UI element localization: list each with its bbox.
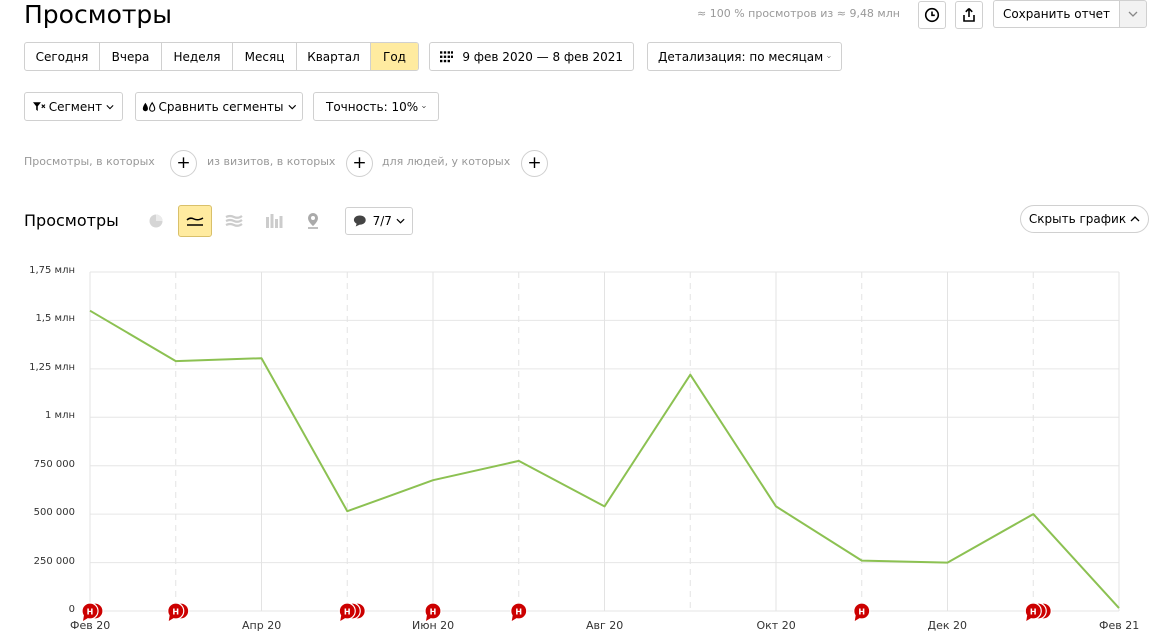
x-tick-label: Фев 21 bbox=[1099, 619, 1140, 632]
annotation-marker[interactable]: Н bbox=[338, 602, 366, 621]
map-pin-icon bbox=[308, 213, 318, 229]
detail-dropdown[interactable]: Детализация: по месяцам bbox=[647, 42, 842, 71]
chart-title: Просмотры bbox=[24, 211, 119, 230]
plus-icon: + bbox=[176, 153, 191, 173]
period-year[interactable]: Год bbox=[371, 43, 418, 70]
chart-type-pie[interactable] bbox=[140, 206, 172, 236]
add-views-filter-button[interactable]: + bbox=[170, 150, 197, 177]
compare-segments-button[interactable]: Сравнить сегменты bbox=[135, 92, 303, 121]
annotation-marker-letter: Н bbox=[172, 608, 179, 617]
x-tick-label: Июн 20 bbox=[412, 619, 455, 632]
history-button[interactable] bbox=[918, 1, 946, 29]
period-selector: Сегодня Вчера Неделя Месяц Квартал Год bbox=[24, 42, 419, 71]
sampling-summary: ≈ 100 % просмотров из ≈ 9,48 млн bbox=[697, 7, 900, 20]
annotation-marker-letter: Н bbox=[344, 608, 351, 617]
period-quarter[interactable]: Квартал bbox=[297, 43, 371, 70]
chart-type-area[interactable] bbox=[218, 206, 250, 236]
drops-icon bbox=[142, 101, 156, 112]
chart-markers: ННННННН bbox=[81, 602, 1052, 621]
calendar-icon bbox=[440, 50, 454, 62]
chevron-down-icon bbox=[396, 218, 405, 224]
share-icon bbox=[963, 7, 975, 22]
segment-button[interactable]: Сегмент bbox=[24, 92, 123, 121]
pie-chart-icon bbox=[149, 214, 163, 228]
period-month[interactable]: Месяц bbox=[233, 43, 297, 70]
annotation-marker-letter: Н bbox=[515, 608, 522, 617]
chart-type-bar[interactable] bbox=[258, 206, 290, 236]
filter-visits-label: из визитов, в которых bbox=[207, 155, 336, 168]
chart-type-line[interactable] bbox=[178, 205, 212, 237]
plus-icon: + bbox=[527, 153, 542, 173]
area-chart-icon bbox=[225, 214, 243, 227]
chevron-down-icon bbox=[827, 55, 831, 58]
annotation-marker[interactable]: Н bbox=[1024, 602, 1052, 621]
annotations-button[interactable]: 7/7 bbox=[345, 207, 413, 235]
comment-icon bbox=[353, 215, 366, 227]
chart-grid bbox=[89, 271, 1120, 612]
chevron-down-icon bbox=[106, 104, 114, 109]
hide-chart-button[interactable]: Скрыть график bbox=[1020, 205, 1149, 233]
annotations-count: 7/7 bbox=[372, 214, 392, 228]
x-tick-label: Окт 20 bbox=[756, 619, 796, 632]
annotation-marker-letter: Н bbox=[1030, 608, 1037, 617]
export-button[interactable] bbox=[955, 1, 983, 29]
page-title: Просмотры bbox=[24, 0, 173, 29]
x-tick-label: Фев 20 bbox=[70, 619, 111, 632]
filter-views-label: Просмотры, в которых bbox=[24, 155, 155, 168]
segment-label: Сегмент bbox=[48, 99, 103, 114]
detail-label: Детализация: по месяцам bbox=[658, 49, 824, 64]
add-visits-filter-button[interactable]: + bbox=[346, 150, 373, 177]
line-chart: ННННННН bbox=[81, 271, 1120, 621]
x-tick-label: Авг 20 bbox=[586, 619, 624, 632]
chart-type-map[interactable] bbox=[297, 206, 329, 236]
annotation-marker-letter: Н bbox=[87, 608, 94, 617]
accuracy-dropdown[interactable]: Точность: 10% bbox=[313, 92, 439, 121]
filter-icon bbox=[33, 101, 46, 111]
x-tick-label: Апр 20 bbox=[242, 619, 282, 632]
annotation-marker[interactable]: Н bbox=[167, 602, 190, 621]
compare-label: Сравнить сегменты bbox=[158, 99, 284, 114]
period-yesterday[interactable]: Вчера bbox=[100, 43, 162, 70]
add-people-filter-button[interactable]: + bbox=[521, 150, 548, 177]
chevron-down-icon bbox=[287, 104, 296, 109]
x-tick-label: Дек 20 bbox=[927, 619, 968, 632]
chevron-down-icon bbox=[1128, 11, 1138, 17]
accuracy-label: Точность: 10% bbox=[326, 99, 419, 114]
annotation-marker[interactable]: Н bbox=[510, 602, 528, 621]
date-range-picker[interactable]: 9 фев 2020 — 8 фев 2021 bbox=[429, 42, 634, 71]
chevron-down-icon bbox=[422, 105, 426, 108]
line-chart-icon bbox=[186, 217, 204, 226]
save-report-menu-button[interactable] bbox=[1119, 0, 1147, 28]
date-range-label: 9 фев 2020 — 8 фев 2021 bbox=[462, 49, 623, 64]
hide-chart-label: Скрыть график bbox=[1028, 212, 1127, 226]
annotation-marker-letter: Н bbox=[430, 608, 437, 617]
clock-icon bbox=[924, 7, 940, 23]
plus-icon: + bbox=[352, 153, 367, 173]
bar-chart-icon bbox=[266, 214, 283, 228]
period-week[interactable]: Неделя bbox=[162, 43, 233, 70]
annotation-marker[interactable]: Н bbox=[853, 602, 871, 621]
chevron-up-icon bbox=[1130, 216, 1140, 222]
period-today[interactable]: Сегодня bbox=[25, 43, 100, 70]
filter-people-label: для людей, у которых bbox=[382, 155, 511, 168]
save-report-button[interactable]: Сохранить отчет bbox=[993, 0, 1119, 28]
annotation-marker-letter: Н bbox=[858, 608, 865, 617]
